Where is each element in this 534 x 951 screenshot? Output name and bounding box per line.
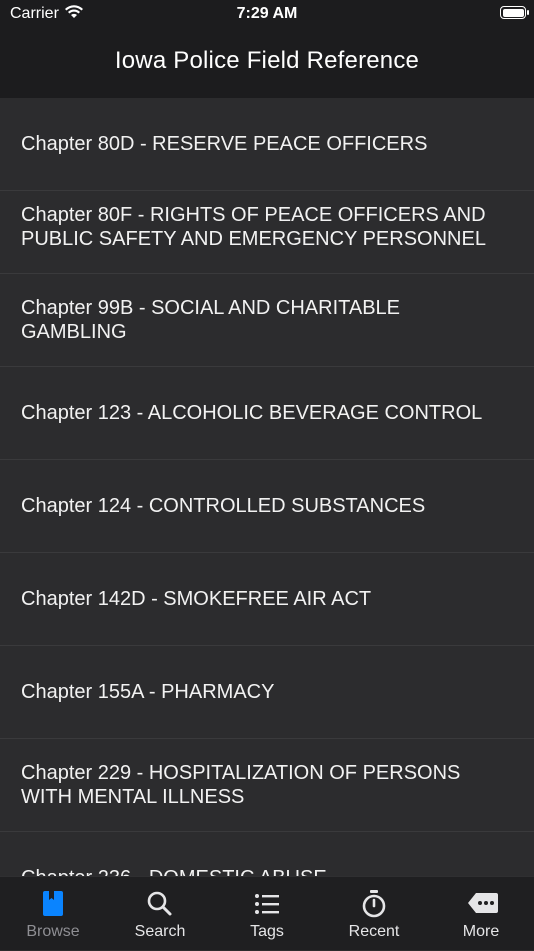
chapter-row[interactable]: Chapter 123 - ALCOHOLIC BEVERAGE CONTROL — [0, 367, 534, 460]
chapter-label: Chapter 124 - CONTROLLED SUBSTANCES — [21, 495, 426, 517]
tab-browse[interactable]: Browse — [0, 877, 106, 951]
chapter-row[interactable]: Chapter 99B - SOCIAL AND CHARITABLE GAMB… — [0, 274, 534, 367]
tab-label: Tags — [250, 923, 284, 940]
chapter-row[interactable]: Chapter 229 - HOSPITALIZATION OF PERSONS… — [0, 739, 534, 832]
tab-recent[interactable]: Recent — [321, 877, 427, 951]
chapter-row[interactable]: Chapter 124 - CONTROLLED SUBSTANCES — [0, 460, 534, 553]
book-icon — [43, 891, 63, 916]
tab-label: Search — [134, 923, 186, 940]
tab-label: More — [462, 923, 500, 940]
chapter-list[interactable]: Chapter 80D - RESERVE PEACE OFFICERS Cha… — [0, 98, 534, 876]
chapter-label: Chapter 229 - HOSPITALIZATION OF PERSONS… — [21, 762, 461, 808]
chapter-label: Chapter 155A - PHARMACY — [21, 681, 275, 703]
chapter-row[interactable]: Chapter 236 - DOMESTIC ABUSE — [0, 832, 534, 876]
chapter-label: Chapter 236 - DOMESTIC ABUSE — [0, 866, 351, 876]
chapter-row[interactable]: Chapter 80F - RIGHTS OF PEACE OFFICERS A… — [0, 181, 534, 274]
page-title: Iowa Police Field Reference — [114, 47, 420, 74]
chapter-label: Chapter 123 - ALCOHOLIC BEVERAGE CONTROL — [21, 402, 483, 424]
status-time: 7:29 AM — [236, 5, 298, 22]
tab-label: Recent — [348, 923, 400, 940]
chapter-row[interactable]: Chapter 142D - SMOKEFREE AIR ACT — [0, 553, 534, 646]
tab-tags[interactable]: Tags — [214, 877, 320, 951]
tab-bar: Browse Search Tags Recent More — [0, 876, 534, 950]
chapter-label: Chapter 99B - SOCIAL AND CHARITABLE GAMB… — [21, 297, 401, 343]
chapter-label: Chapter 80F - RIGHTS OF PEACE OFFICERS A… — [21, 204, 486, 250]
chapter-row[interactable]: Chapter 155A - PHARMACY — [0, 646, 534, 739]
tab-search[interactable]: Search — [107, 877, 213, 951]
list-icon — [255, 894, 279, 914]
navigation-bar: Iowa Police Field Reference — [0, 30, 534, 98]
search-icon — [147, 891, 172, 916]
battery-icon — [500, 6, 529, 19]
chapter-row[interactable]: Chapter 80D - RESERVE PEACE OFFICERS — [0, 98, 534, 191]
chapter-label: Chapter 142D - SMOKEFREE AIR ACT — [21, 588, 372, 610]
more-tag-icon — [468, 893, 498, 913]
chapter-label: Chapter 80D - RESERVE PEACE OFFICERS — [21, 133, 428, 155]
status-bar: Carrier 7:29 AM — [0, 0, 534, 30]
tab-label: Browse — [26, 923, 80, 940]
tab-more[interactable]: More — [428, 877, 534, 951]
stopwatch-icon — [362, 890, 386, 918]
